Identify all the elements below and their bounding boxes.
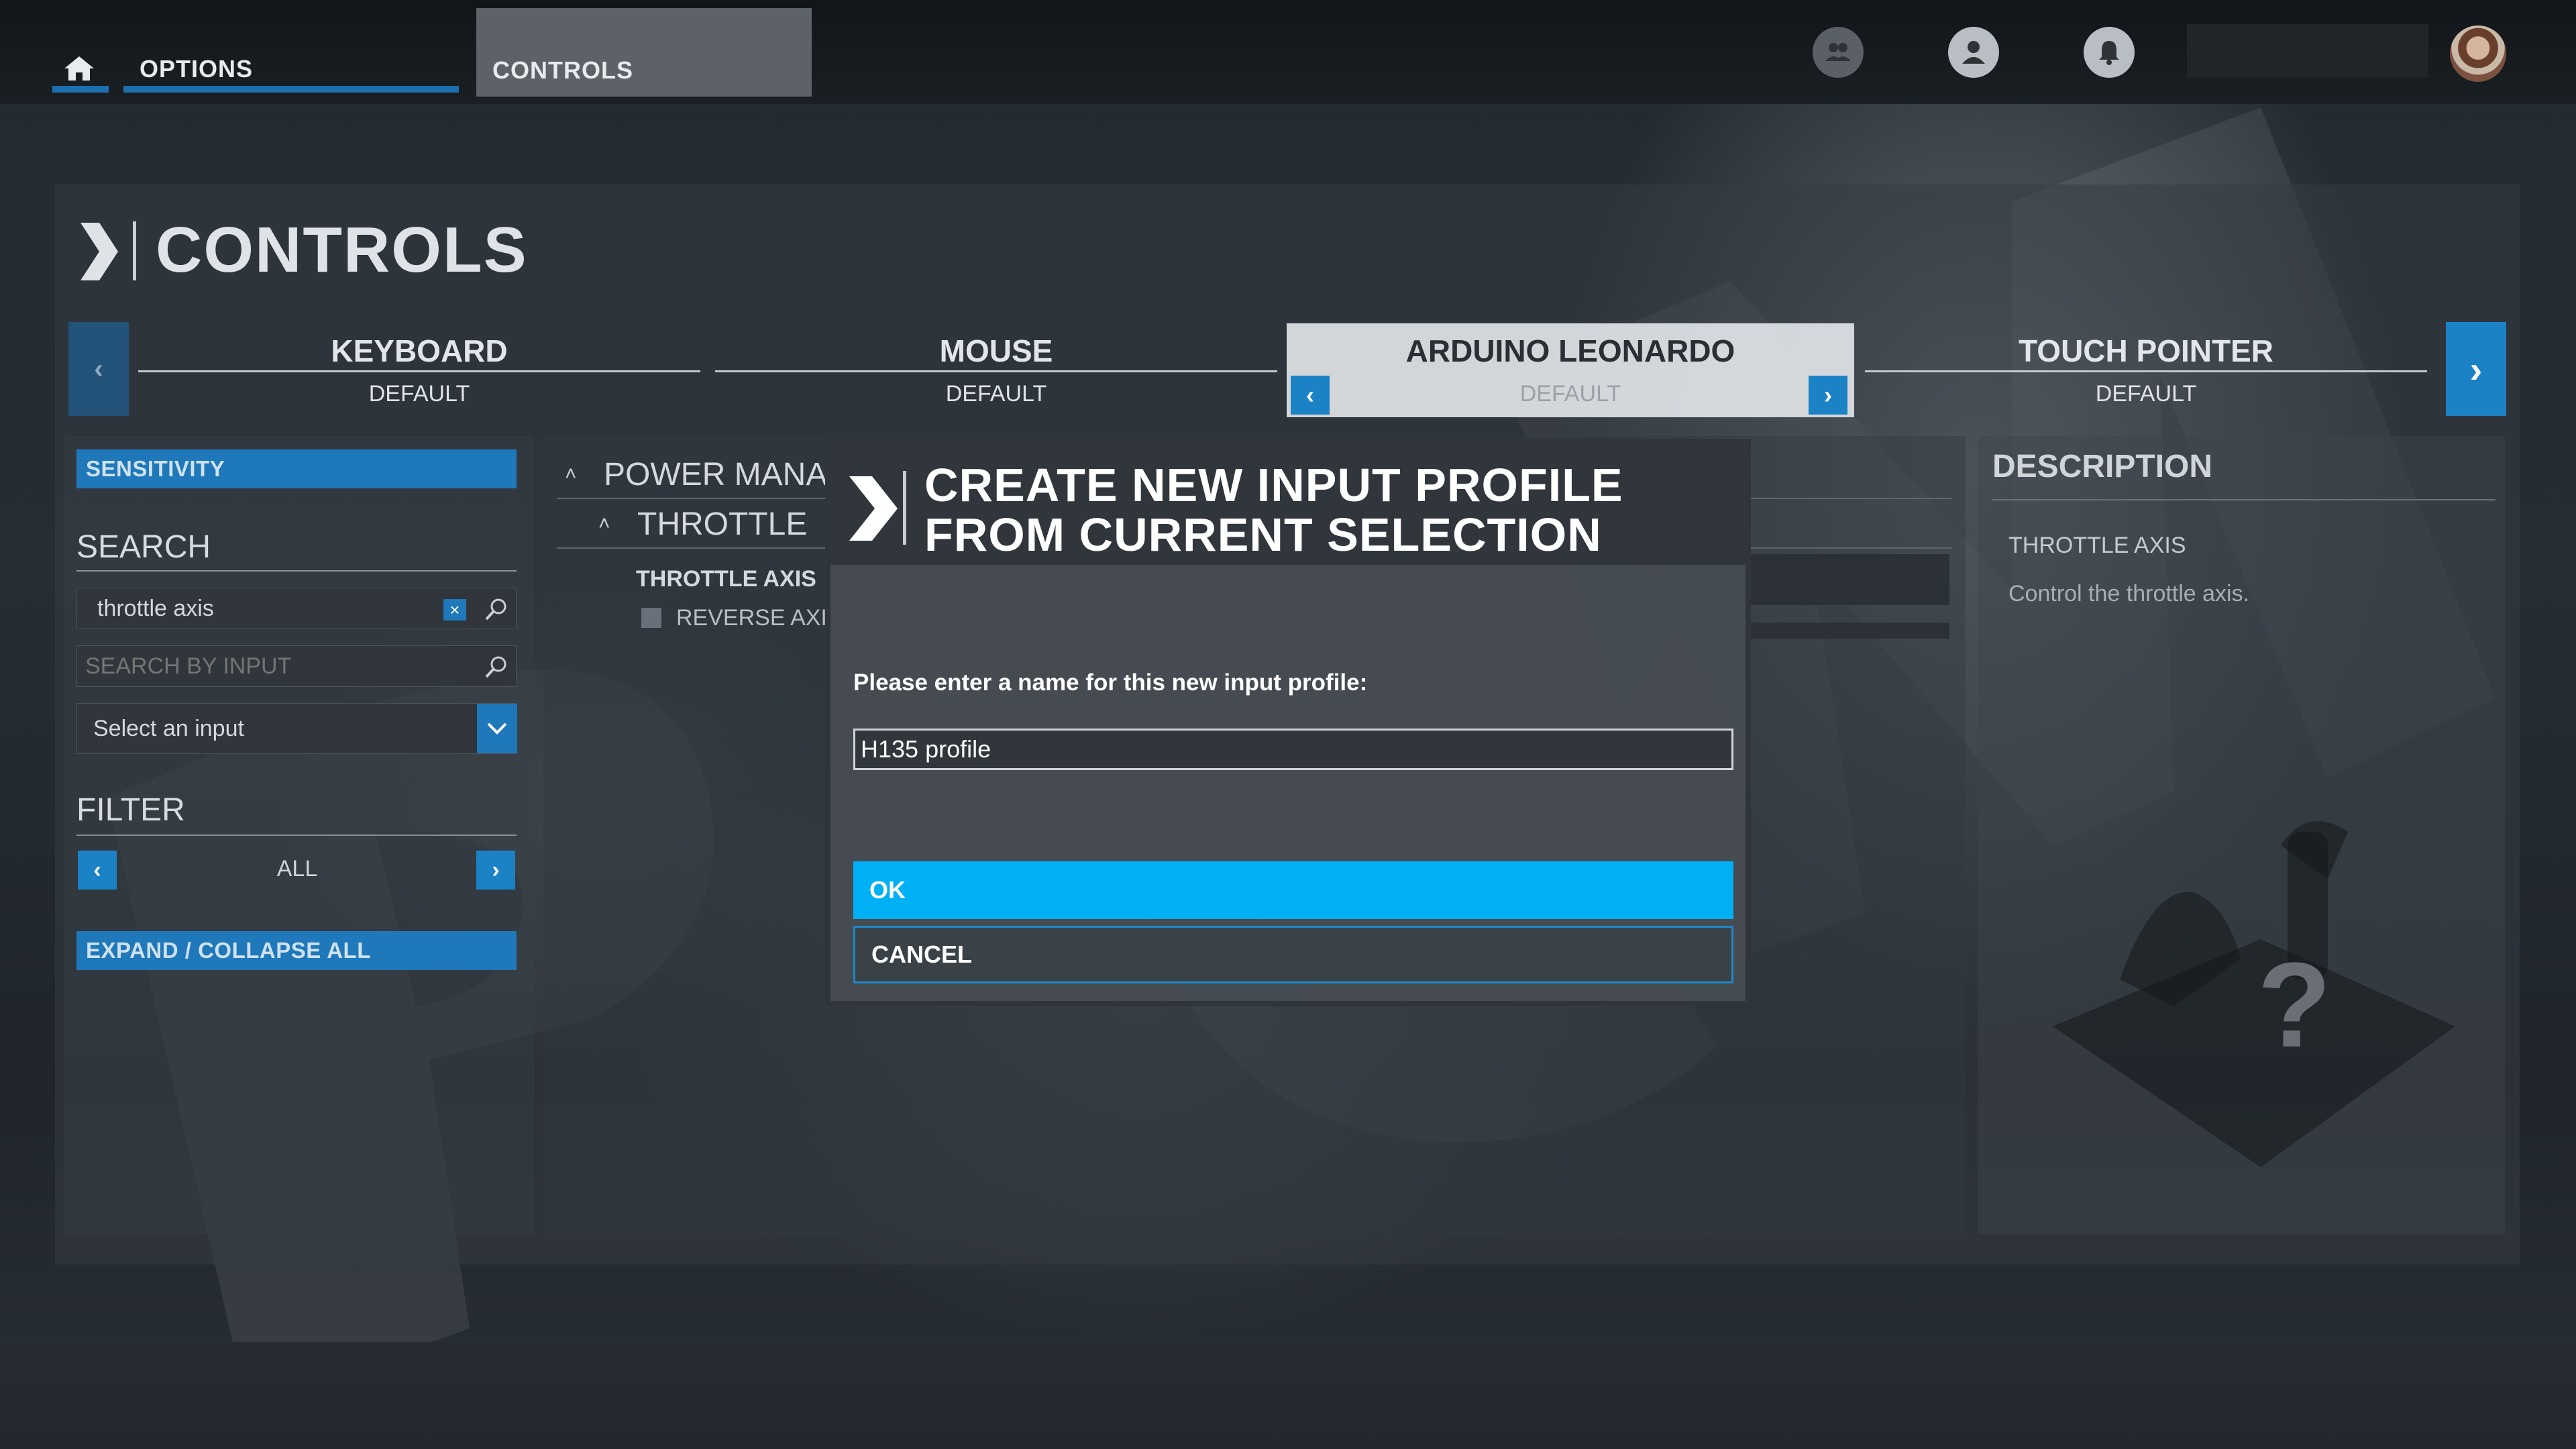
device-name: MOUSE (939, 333, 1053, 368)
category-power-management[interactable]: POWER MANAG (604, 456, 853, 493)
devices-next-button[interactable]: › (2446, 322, 2506, 416)
description-text: Control the throttle axis. (2008, 581, 2250, 606)
search-field-value: throttle axis (97, 595, 214, 621)
sensitivity-button[interactable]: SENSITIVITY (76, 449, 517, 488)
device-profile: DEFAULT (945, 381, 1047, 407)
avatar[interactable] (2450, 25, 2506, 82)
description-heading: DESCRIPTION (1992, 449, 2213, 484)
reverse-axis-checkbox[interactable] (641, 608, 661, 628)
search-icon[interactable] (482, 654, 509, 681)
select-input-label: Select an input (93, 715, 244, 741)
filter-prev-button[interactable]: ‹ (78, 851, 117, 890)
collapse-subcategory-icon[interactable]: ˄ (598, 513, 610, 535)
dialog-prompt: Please enter a name for this new input p… (853, 669, 1368, 696)
profile-prev-button[interactable]: ‹ (1291, 376, 1330, 415)
dialog-title-divider (903, 471, 906, 545)
collapse-category-icon[interactable]: ˄ (565, 463, 577, 486)
home-tab-underline (52, 86, 109, 93)
cancel-button[interactable]: CANCEL (853, 926, 1733, 983)
options-tab-underline (123, 86, 459, 93)
filter-value: ALL (276, 856, 318, 881)
tab-controls-label: CONTROLS (492, 56, 633, 84)
devices-prev-button[interactable]: ‹ (68, 322, 129, 416)
dialog-header: CREATE NEW INPUT PROFILE FROM CURRENT SE… (830, 444, 1746, 565)
device-profile: DEFAULT (1519, 381, 1621, 407)
description-item-title: THROTTLE AXIS (2008, 533, 2186, 558)
device-name: TOUCH POINTER (2019, 333, 2273, 368)
title-divider (133, 221, 136, 280)
device-tab-arduino-leonardo[interactable]: ARDUINO LEONARDO DEFAULT ‹ › (1287, 323, 1854, 417)
search-heading: SEARCH (76, 529, 211, 565)
device-profile: DEFAULT (2095, 381, 2197, 407)
device-tab-touch-pointer[interactable]: TOUCH POINTER DEFAULT (1865, 323, 2427, 417)
divider (138, 370, 700, 372)
search-by-input[interactable] (84, 652, 435, 680)
search-icon[interactable] (482, 596, 509, 623)
chevron-down-icon[interactable] (477, 704, 517, 753)
tab-options[interactable]: OPTIONS (140, 55, 253, 83)
profile-next-button[interactable]: › (1809, 376, 1847, 415)
device-name: ARDUINO LEONARDO (1405, 333, 1735, 368)
search-field[interactable]: throttle axis × (76, 588, 517, 629)
tab-controls[interactable]: CONTROLS (476, 8, 812, 97)
expand-collapse-all-button[interactable]: EXPAND / COLLAPSE ALL (76, 931, 517, 970)
binding-slot[interactable] (1751, 554, 1949, 605)
unknown-device-glyph: ? (2257, 938, 2331, 1073)
description-rule (1992, 499, 2496, 500)
profile-name-input[interactable] (853, 729, 1733, 770)
back-chevron-icon[interactable] (79, 221, 119, 282)
controller-placeholder-icon: ? (2039, 805, 2469, 1167)
reverse-axis-label: REVERSE AXI (676, 605, 827, 631)
home-icon[interactable] (63, 55, 95, 82)
profile-icon[interactable] (1948, 27, 1999, 78)
divider (1865, 370, 2427, 372)
filter-heading: FILTER (76, 792, 185, 828)
device-tab-keyboard[interactable]: KEYBOARD DEFAULT (138, 323, 700, 417)
filter-rule (76, 835, 517, 836)
top-bar: OPTIONS CONTROLS (0, 0, 2576, 104)
subcategory-throttle[interactable]: THROTTLE (637, 506, 807, 543)
dialog-chevron-icon (848, 475, 899, 542)
device-tab-mouse[interactable]: MOUSE DEFAULT (715, 323, 1277, 417)
device-profile: DEFAULT (368, 381, 470, 407)
friends-icon[interactable] (1813, 27, 1864, 78)
binding-slot[interactable] (1751, 623, 1949, 639)
search-by-input-field[interactable] (76, 645, 517, 687)
dialog-title: CREATE NEW INPUT PROFILE FROM CURRENT SE… (924, 459, 1623, 561)
clear-search-icon[interactable]: × (443, 599, 466, 621)
page-title: CONTROLS (156, 214, 528, 286)
notifications-icon[interactable] (2084, 27, 2135, 78)
bottom-bar (0, 1342, 2576, 1449)
top-search-slot[interactable] (2187, 24, 2428, 78)
divider (715, 370, 1277, 372)
throttle-axis-item[interactable]: THROTTLE AXIS (636, 566, 816, 592)
ok-button[interactable]: OK (853, 861, 1733, 919)
search-rule (76, 570, 517, 572)
filter-next-button[interactable]: › (476, 851, 515, 890)
device-name: KEYBOARD (331, 333, 508, 368)
select-input-dropdown[interactable]: Select an input (76, 703, 517, 754)
create-profile-dialog: CREATE NEW INPUT PROFILE FROM CURRENT SE… (825, 439, 1751, 1006)
